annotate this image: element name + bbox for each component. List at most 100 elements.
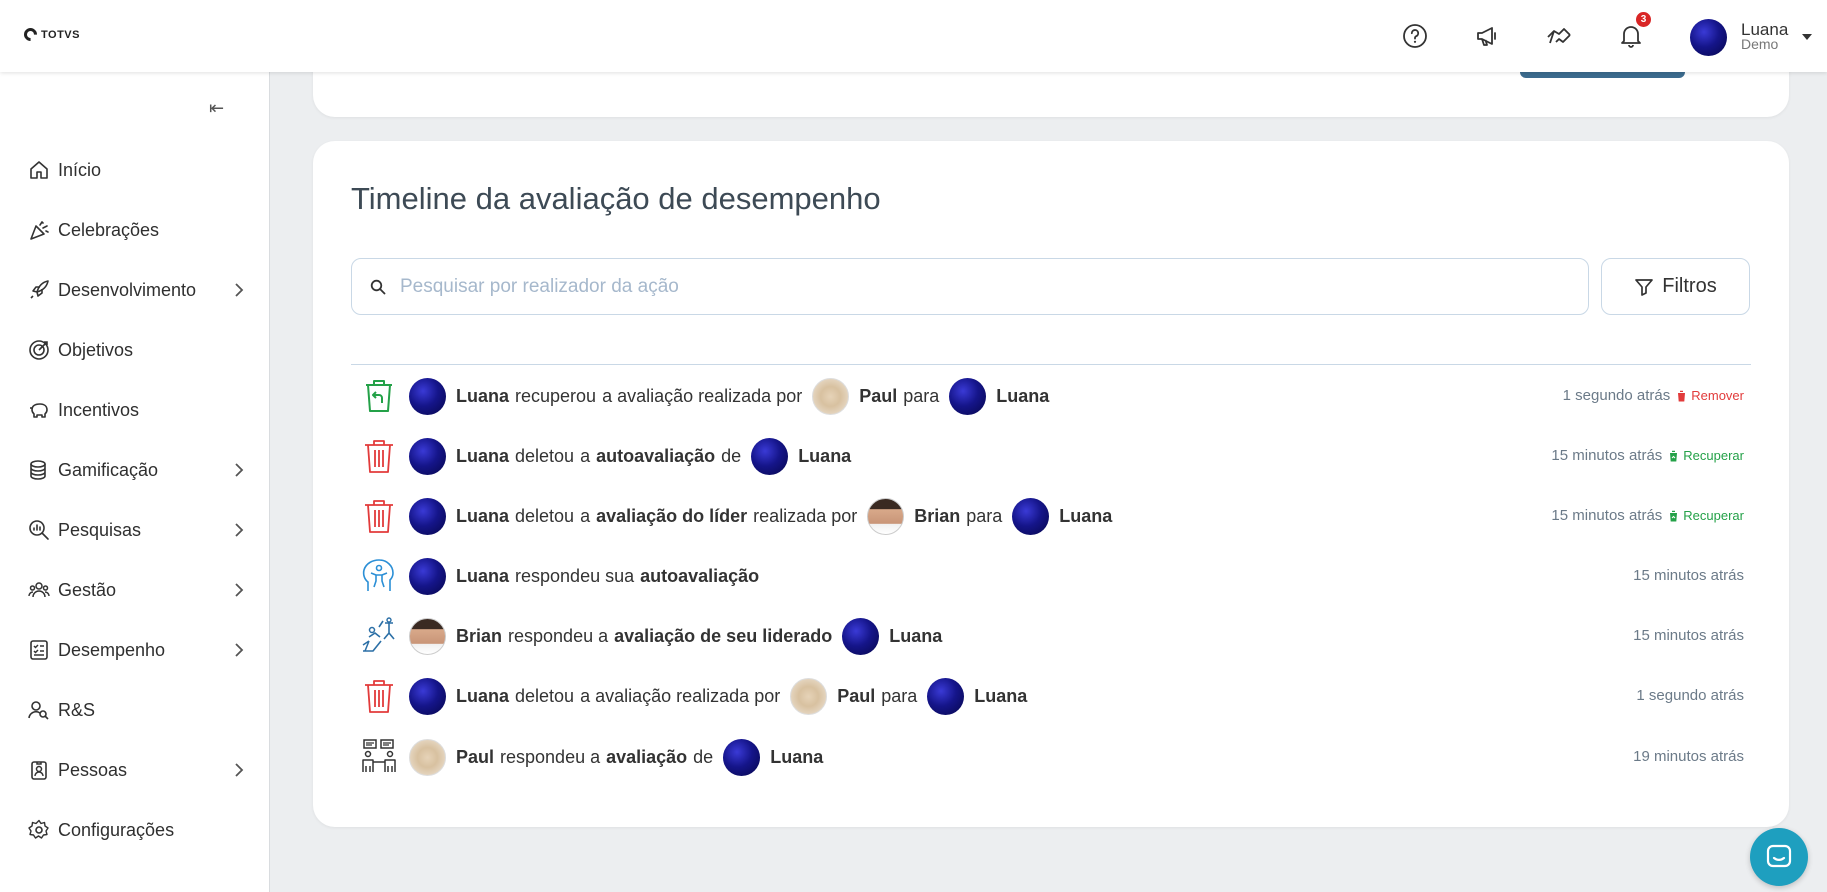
search-box[interactable] xyxy=(351,258,1589,315)
search-icon xyxy=(370,279,386,294)
avatar xyxy=(1012,497,1050,535)
avatar xyxy=(927,677,965,715)
search-input[interactable] xyxy=(400,275,1550,298)
actor-name: Luana xyxy=(456,445,510,466)
target-name: Luana xyxy=(889,625,943,646)
actor-name: Luana xyxy=(456,565,510,586)
actor-name: Paul xyxy=(456,746,495,767)
trash-icon xyxy=(359,676,399,716)
target-icon xyxy=(28,339,50,361)
sidebar-item-desenvolvimento[interactable]: Desenvolvimento xyxy=(28,274,244,306)
avatar xyxy=(409,377,446,415)
sidebar-item-gestao[interactable]: Gestão xyxy=(28,574,244,606)
page-title: Timeline da avaliação de desempenho xyxy=(351,181,881,216)
sidebar-item-celebracoes[interactable]: Celebrações xyxy=(28,214,244,246)
sidebar-item-pesquisas[interactable]: Pesquisas xyxy=(28,514,244,546)
chevron-right-icon xyxy=(235,283,244,297)
collapse-sidebar-icon[interactable]: ⇤ xyxy=(209,98,224,119)
target-name: Luana xyxy=(1059,505,1113,526)
timeline-row: Luana recuperou a avaliação realizada po… xyxy=(359,374,1744,418)
chevron-right-icon xyxy=(235,523,244,537)
megaphone-icon[interactable] xyxy=(1471,20,1503,52)
sidebar-item-label: Pesquisas xyxy=(58,519,142,540)
timeline-card: Timeline da avaliação de desempenho Filt… xyxy=(313,141,1789,827)
timestamp: 15 minutos atrás xyxy=(1551,507,1663,524)
timestamp: 15 minutos atrás xyxy=(1633,567,1744,584)
rocket-icon xyxy=(28,279,50,301)
avatar xyxy=(409,557,446,595)
timestamp: 1 segundo atrás xyxy=(1636,687,1744,704)
self-evaluation-icon xyxy=(359,556,399,596)
sidebar-item-configuracoes[interactable]: Configurações xyxy=(28,814,244,846)
gear-icon xyxy=(28,819,50,841)
recover-button[interactable]: Recuperar xyxy=(1668,508,1744,523)
search-chart-icon xyxy=(28,519,50,541)
sidebar-item-inicio[interactable]: Início xyxy=(28,154,244,186)
action-object: a avaliação realizada por xyxy=(602,385,803,406)
leadership-evaluation-icon xyxy=(359,616,399,656)
actor-name: Luana xyxy=(456,385,510,406)
chevron-right-icon xyxy=(235,763,244,777)
recover-icon xyxy=(1669,510,1679,521)
logo-text: TOTVS xyxy=(41,28,80,41)
recover-button[interactable]: Recuperar xyxy=(1668,448,1744,463)
chevron-right-icon xyxy=(235,643,244,657)
avatar xyxy=(842,617,880,655)
evaluator-name: Brian xyxy=(914,505,961,526)
sidebar-item-rs[interactable]: R&S xyxy=(28,694,244,726)
joiner-text: de xyxy=(693,746,714,767)
user-menu[interactable]: Luana Demo xyxy=(1690,18,1813,56)
timestamp: 15 minutos atrás xyxy=(1551,447,1663,464)
target-name: Luana xyxy=(770,746,824,767)
action-verb: deletou xyxy=(515,685,575,706)
totvs-logo[interactable]: TOTVS xyxy=(21,25,80,44)
filter-icon xyxy=(1635,278,1654,296)
timestamp-area: 15 minutos atrás Recuperar xyxy=(1551,507,1744,524)
timestamp-area: 1 segundo atrás Remover xyxy=(1563,387,1744,404)
piggy-bank-icon xyxy=(28,399,50,421)
sidebar-item-label: Desenvolvimento xyxy=(58,279,197,300)
sidebar-item-pessoas[interactable]: Pessoas xyxy=(28,754,244,786)
timeline-row: Luana deletou a avaliação do líder reali… xyxy=(359,494,1744,538)
evaluation-type: autoavaliação xyxy=(596,445,716,466)
target-name: Luana xyxy=(974,685,1028,706)
actor-name: Luana xyxy=(456,505,510,526)
recover-label: Recuperar xyxy=(1683,448,1744,463)
filters-button[interactable]: Filtros xyxy=(1601,258,1750,315)
sidebar-item-label: Objetivos xyxy=(58,339,134,360)
timeline-row: Paul respondeu a avaliação de Luana 19 m… xyxy=(359,735,1744,779)
sidebar-item-label: Configurações xyxy=(58,819,175,840)
handshake-icon[interactable] xyxy=(1544,20,1576,52)
avatar xyxy=(409,437,446,475)
joiner-text: de xyxy=(721,445,742,466)
remove-button[interactable]: Remover xyxy=(1676,388,1744,403)
peer-evaluation-icon xyxy=(359,737,399,777)
action-verb: respondeu a xyxy=(508,625,609,646)
user-subtitle: Demo xyxy=(1741,36,1779,52)
help-icon[interactable] xyxy=(1399,20,1431,52)
sidebar-item-incentivos[interactable]: Incentivos xyxy=(28,394,244,426)
sidebar-item-objetivos[interactable]: Objetivos xyxy=(28,334,244,366)
evaluation-type: avaliação xyxy=(606,746,688,767)
action-object-suffix: realizada por xyxy=(753,505,858,526)
joiner-text: para xyxy=(881,685,918,706)
sidebar-item-label: Pessoas xyxy=(58,759,128,780)
action-verb: deletou xyxy=(515,445,575,466)
trash-icon xyxy=(359,436,399,476)
evaluator-name: Paul xyxy=(837,685,876,706)
bell-icon[interactable]: 3 xyxy=(1615,12,1651,52)
chat-launcher-button[interactable] xyxy=(1750,828,1808,886)
sidebar-item-desempenho[interactable]: Desempenho xyxy=(28,634,244,666)
caret-down-icon xyxy=(1802,34,1813,40)
timestamp-area: 15 minutos atrás xyxy=(1633,567,1744,584)
action-object: a xyxy=(580,505,591,526)
previous-card-button[interactable] xyxy=(1520,72,1685,78)
action-object: a xyxy=(580,445,591,466)
timestamp-area: 1 segundo atrás xyxy=(1636,687,1744,704)
sidebar-item-gamificacao[interactable]: Gamificação xyxy=(28,454,244,486)
evaluator-name: Paul xyxy=(859,385,898,406)
chevron-right-icon xyxy=(235,583,244,597)
home-icon xyxy=(28,159,50,181)
action-verb: deletou xyxy=(515,505,575,526)
sidebar-item-label: R&S xyxy=(58,699,96,720)
